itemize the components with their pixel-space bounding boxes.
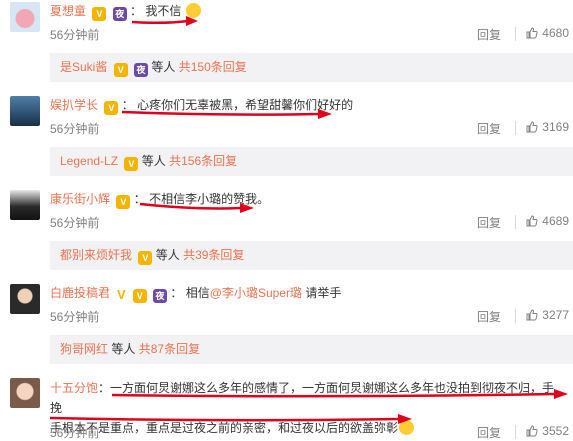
subreply-user[interactable]: 是Suki酱	[60, 60, 107, 74]
comment-text-prefix: 相信	[185, 286, 210, 300]
reply-button[interactable]: 回复	[477, 120, 501, 137]
like-button[interactable]: 4689	[526, 214, 569, 228]
timestamp: 56分钟前	[50, 216, 100, 230]
subreply-more-link[interactable]: 共87条回复	[139, 342, 200, 356]
vip-badge-icon: V	[92, 7, 107, 21]
subreply-etc: 等人	[141, 154, 166, 168]
thumb-up-icon	[526, 425, 538, 437]
timestamp: 56分钟前	[50, 310, 100, 324]
reply-button[interactable]: 回复	[477, 424, 501, 441]
divider	[515, 27, 516, 41]
subreply-more-link[interactable]: 共156条回复	[169, 154, 237, 168]
subreply-more-link[interactable]: 共39条回复	[183, 248, 244, 262]
subreply-etc: 等人	[151, 60, 176, 74]
timestamp: 56分钟前	[50, 28, 100, 42]
avatar[interactable]	[10, 378, 40, 408]
red-arrow-annotation	[131, 16, 198, 26]
username[interactable]: 康乐街小辉	[50, 192, 110, 206]
thumb-up-icon	[526, 309, 538, 321]
thumb-up-icon	[526, 215, 538, 227]
vip-badge-icon: V	[104, 101, 119, 115]
moon-badge-icon: 夜	[134, 63, 149, 77]
divider	[515, 121, 516, 135]
divider	[515, 425, 516, 439]
like-count: 4680	[542, 26, 569, 40]
like-count: 3552	[542, 424, 569, 438]
red-arrow-annotation	[121, 109, 332, 119]
subreply-bar[interactable]: 狗哥网红 等人 共87条回复	[50, 335, 573, 364]
vip-badge-icon: V	[138, 251, 153, 265]
subreply-user[interactable]: Legend-LZ	[60, 154, 118, 168]
username[interactable]: 夏想童	[50, 4, 86, 18]
v-badge-icon: V	[117, 287, 126, 302]
subreply-user[interactable]: 狗哥网红	[60, 342, 108, 356]
subreply-etc: 等人	[155, 248, 180, 262]
divider	[515, 215, 516, 229]
comment-3: 康乐街小辉 V ： 不相信李小璐的赞我。 56分钟前 回复 4689	[0, 190, 573, 242]
like-button[interactable]: 3277	[526, 308, 569, 322]
reply-button[interactable]: 回复	[477, 26, 501, 43]
subreply-etc: 等人	[111, 342, 136, 356]
comment-5: 十五分饱：一方面何炅谢娜这么多年的感情了，一方面何炅谢娜这么多年也没拍到彻夜不归…	[0, 378, 573, 441]
vip-badge-icon: V	[132, 289, 147, 303]
like-count: 3169	[542, 120, 569, 134]
divider	[515, 309, 516, 323]
comment-4: 白鹿投稿君 V V 夜 ： 相信@李小璐Super璐 请举手 56分钟前 回复 …	[0, 284, 573, 336]
avatar[interactable]	[10, 190, 40, 220]
comment-2: 娱扒学长 V ： 心疼你们无辜被黑，希望甜馨你们好好的 56分钟前 回复 316…	[0, 96, 573, 148]
subreply-bar[interactable]: 是Suki酱 V 夜 等人 共150条回复	[50, 53, 573, 82]
vip-badge-icon: V	[113, 63, 128, 77]
like-count: 4689	[542, 214, 569, 228]
reply-button[interactable]: 回复	[477, 214, 501, 231]
thumb-up-icon	[526, 27, 538, 39]
vip-badge-icon: V	[116, 195, 131, 209]
vip-badge-icon: V	[124, 157, 139, 171]
timestamp: 56分钟前	[50, 426, 100, 440]
red-arrow-annotation	[111, 389, 568, 399]
username[interactable]: 娱扒学长	[50, 98, 98, 112]
thumb-up-icon	[526, 121, 538, 133]
red-arrow-annotation	[49, 414, 412, 424]
like-button[interactable]: 3552	[526, 424, 569, 438]
like-button[interactable]: 4680	[526, 26, 569, 40]
comment-text-suffix: 请举手	[301, 286, 342, 300]
moon-badge-icon: 夜	[112, 7, 127, 21]
comment-1: 夏想童 V 夜 ： 我不信 56分钟前 回复 4680	[0, 2, 573, 54]
moon-badge-icon: 夜	[153, 289, 168, 303]
username[interactable]: 十五分饱	[50, 381, 98, 395]
timestamp: 56分钟前	[50, 122, 100, 136]
red-arrow-annotation	[139, 202, 254, 213]
avatar[interactable]	[10, 96, 40, 126]
reply-button[interactable]: 回复	[477, 308, 501, 325]
subreply-user[interactable]: 都别来烦奸我	[60, 248, 132, 262]
mention-link[interactable]: @李小璐Super璐	[210, 286, 302, 300]
avatar[interactable]	[10, 284, 40, 314]
like-button[interactable]: 3169	[526, 120, 569, 134]
subreply-bar[interactable]: Legend-LZ V 等人 共156条回复	[50, 147, 573, 176]
avatar[interactable]	[10, 2, 40, 32]
like-count: 3277	[542, 308, 569, 322]
subreply-more-link[interactable]: 共150条回复	[179, 60, 247, 74]
username[interactable]: 白鹿投稿君	[50, 286, 110, 300]
subreply-bar[interactable]: 都别来烦奸我 V 等人 共39条回复	[50, 241, 573, 270]
